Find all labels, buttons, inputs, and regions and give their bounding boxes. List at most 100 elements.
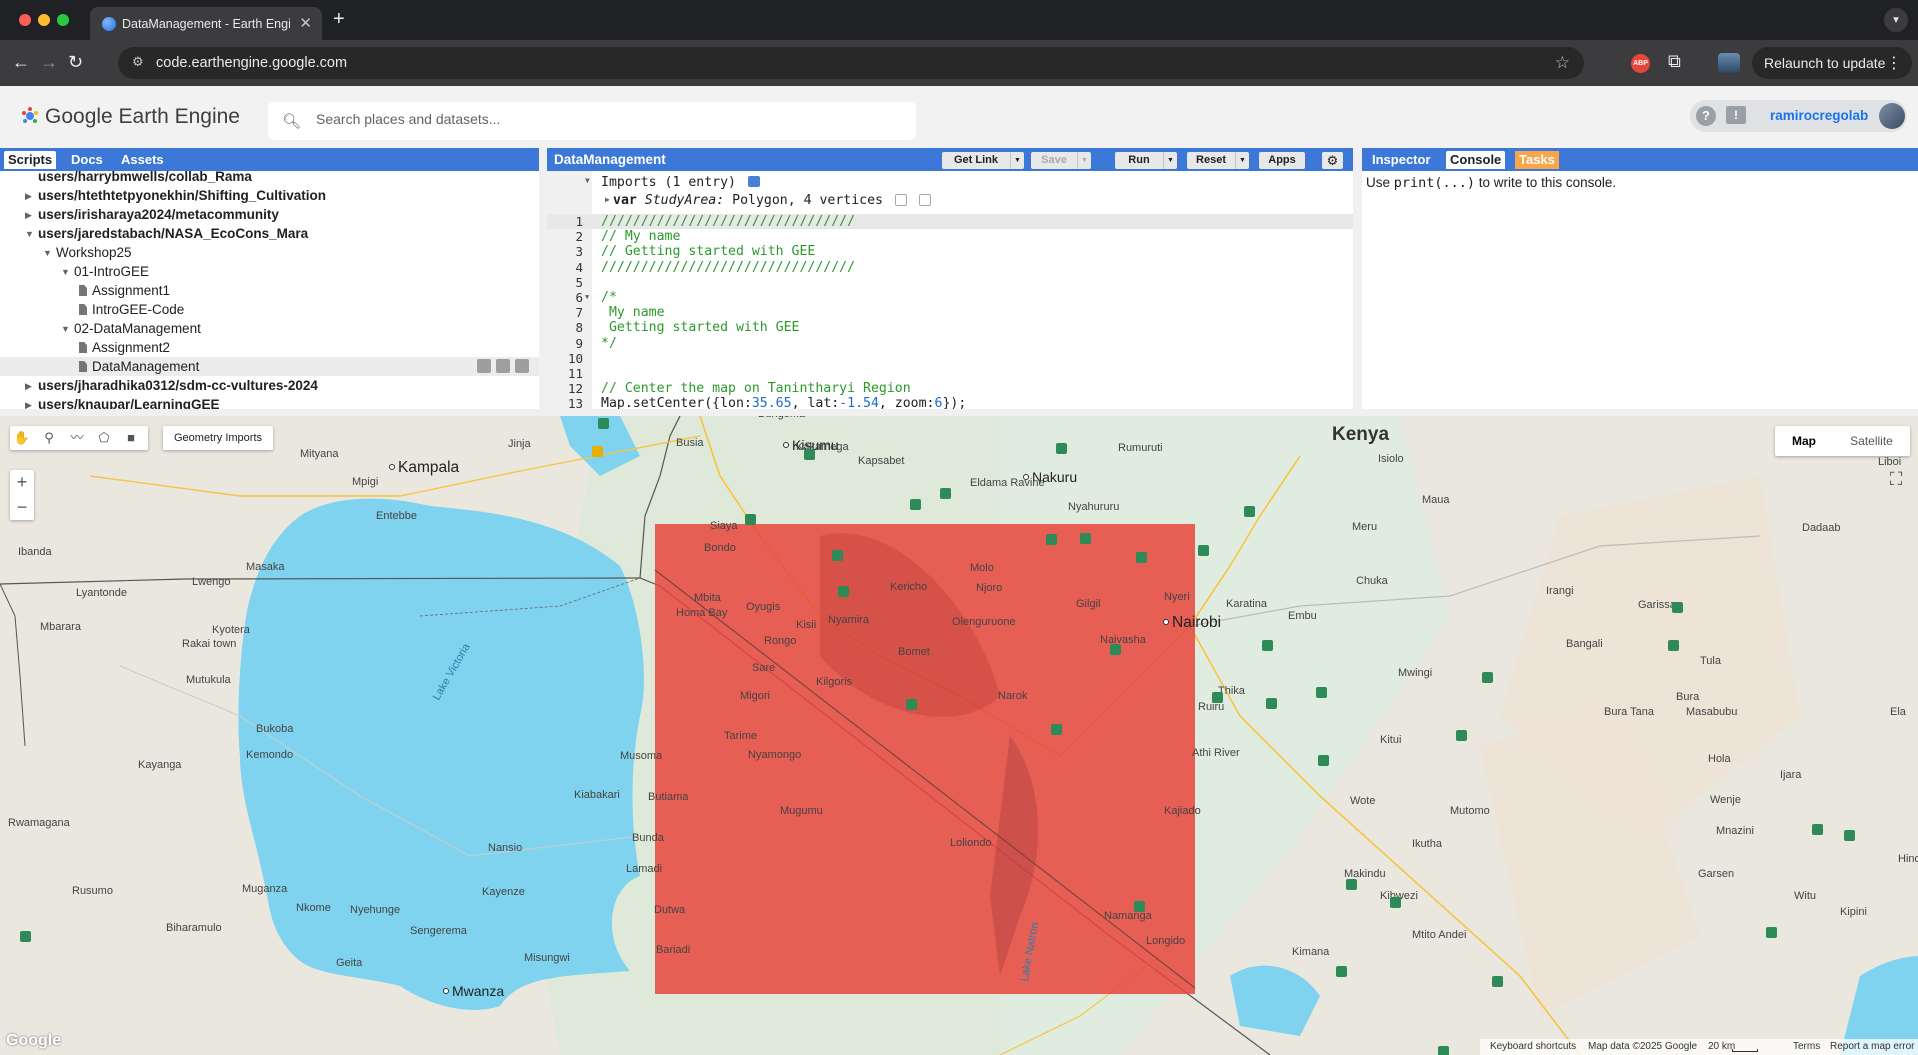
run-dropdown-icon[interactable]: ▼ [1163,152,1177,169]
script-folder-item[interactable]: ▼ 01-IntroGEE [0,262,539,281]
reload-icon[interactable]: ↻ [68,52,83,73]
feedback-icon[interactable]: ! [1726,106,1746,124]
map-type-satellite-button[interactable]: Satellite [1833,426,1910,456]
script-folder-item[interactable]: ▶ users/irisharaya2024/metacommunity [0,205,539,224]
settings-gear-icon[interactable]: ⚙ [1322,152,1343,169]
url-text[interactable]: code.earthengine.google.com [156,55,347,71]
tab-inspector[interactable]: Inspector [1368,151,1435,169]
script-folder-item[interactable]: ▼ users/jaredstabach/NASA_EcoCons_Mara [0,224,539,243]
geometry-imports-button[interactable]: Geometry Imports [163,426,273,450]
fullscreen-icon[interactable]: ⛶ [1883,466,1909,492]
tab-scripts[interactable]: Scripts [4,151,57,169]
reset-button[interactable]: Reset ▼ [1187,152,1249,169]
code-line[interactable]: 11 [547,366,1353,381]
scale-text[interactable]: 20 km [1708,1039,1735,1055]
tab-console[interactable]: Console [1446,151,1506,169]
help-icon[interactable]: ? [1696,106,1716,126]
code-line[interactable]: 9 */ [547,336,1353,351]
show-code-icon[interactable] [747,176,760,187]
pan-hand-icon[interactable]: ✋ [13,429,31,447]
script-file-item[interactable]: Assignment2 [0,338,539,357]
extensions-puzzle-icon[interactable]: ⧉ [1668,51,1681,72]
terms-link[interactable]: Terms [1793,1039,1820,1055]
save-dropdown-icon[interactable]: ▼ [1077,152,1091,169]
import-studyarea[interactable]: var StudyArea: Polygon, 4 vertices [613,193,931,208]
minimize-window-button[interactable] [38,14,50,26]
delete-import-icon[interactable] [918,194,931,206]
edit-geometry-icon[interactable] [894,194,907,206]
bookmark-star-icon[interactable]: ☆ [1555,53,1570,73]
draw-polygon-icon[interactable]: ⬠ [95,429,113,447]
script-file-item[interactable]: DataManagement [0,357,539,376]
back-arrow-icon[interactable]: ← [12,52,30,73]
code-line[interactable]: 10 [547,351,1353,366]
expand-arrow-icon[interactable]: ▶ [25,396,32,409]
more-vert-icon[interactable]: ⋮ [1886,53,1902,73]
search-input[interactable] [316,111,896,127]
delete-trash-icon[interactable] [515,359,529,373]
rename-pencil-icon[interactable] [496,359,510,373]
site-info-icon[interactable]: ⚙ [132,54,144,70]
maximize-window-button[interactable] [57,14,69,26]
code-editor[interactable]: ▼ Imports (1 entry) ▶ var StudyArea: Pol… [547,171,1353,409]
get-link-dropdown-icon[interactable]: ▼ [1010,152,1024,169]
script-folder-item[interactable]: ▶ users/knaupar/LearningGEE [0,395,539,409]
code-line[interactable]: 7 My name [547,305,1353,320]
address-bar[interactable]: ⚙ code.earthengine.google.com ☆ [118,47,1584,79]
code-line[interactable]: 13 Map.setCenter({lon:35.65, lat:-1.54, z… [547,396,1353,409]
script-folder-item[interactable]: ▼ Workshop25 [0,243,539,262]
expand-arrow-icon[interactable]: ▶ [25,206,32,225]
username-link[interactable]: ramirocregolab [1770,108,1868,123]
avatar[interactable] [1879,103,1905,129]
apps-button[interactable]: Apps [1259,152,1305,169]
zoom-out-button[interactable]: − [10,495,34,520]
profile-icon[interactable] [1718,53,1740,73]
close-window-button[interactable] [19,14,31,26]
code-line[interactable]: 3 // Getting started with GEE [547,244,1353,259]
code-line[interactable]: 2 // My name [547,229,1353,244]
collapse-arrow-icon[interactable]: ▼ [61,263,70,282]
expand-arrow-icon[interactable]: ▶ [25,377,32,396]
reset-dropdown-icon[interactable]: ▼ [1235,152,1249,169]
zoom-in-button[interactable]: + [10,470,34,495]
imports-collapse-icon[interactable]: ▼ [585,176,590,185]
forward-arrow-icon[interactable]: → [40,52,58,73]
save-button[interactable]: Save ▼ [1031,152,1091,169]
relaunch-to-update-button[interactable]: Relaunch to update ⋮ [1752,47,1912,79]
code-line[interactable]: 4 //////////////////////////////// [547,260,1353,275]
adblock-extension-icon[interactable]: ABP [1631,54,1650,73]
keyboard-shortcuts-link[interactable]: Keyboard shortcuts [1490,1039,1576,1055]
script-folder-item[interactable]: ▼ 02-DataManagement [0,319,539,338]
script-file-item[interactable]: Assignment1 [0,281,539,300]
history-icon[interactable] [477,359,491,373]
search-box[interactable]: 🔍︎ [268,102,916,140]
code-line[interactable]: 1 //////////////////////////////// [547,214,1353,229]
left-splitter[interactable] [539,148,547,409]
expand-arrow-icon[interactable]: ▶ [25,187,32,206]
tab-docs[interactable]: Docs [67,151,107,169]
code-line[interactable]: 6 ▼ /* [547,290,1353,305]
map-type-map-button[interactable]: Map [1775,426,1833,456]
browser-tab-active[interactable]: DataManagement - Earth Engine ✕ [90,7,322,40]
right-splitter[interactable] [1353,148,1362,409]
script-folder-item[interactable]: ▶ users/htethtetpyonekhin/Shifting_Cultiv… [0,186,539,205]
map-view[interactable]: KampalaNairobiKisumuNakuruMwanzaEldoretB… [0,416,1918,1055]
report-error-link[interactable]: Report a map error [1830,1039,1914,1055]
tab-assets[interactable]: Assets [117,151,168,169]
draw-point-icon[interactable]: ⚲ [40,429,58,447]
run-button[interactable]: Run ▼ [1115,152,1177,169]
tab-search-chevron-down-icon[interactable]: ▾ [1884,8,1908,32]
script-folder-item[interactable]: users/harrybmwells/collab_Rama [0,171,539,186]
get-link-button[interactable]: Get Link ▼ [942,152,1024,169]
var-expand-icon[interactable]: ▶ [605,195,610,204]
collapse-arrow-icon[interactable]: ▼ [61,320,70,339]
code-line[interactable]: 8 Getting started with GEE [547,320,1353,335]
fold-arrow-icon[interactable]: ▼ [585,290,589,305]
imports-header[interactable]: Imports (1 entry) [601,175,760,190]
close-tab-icon[interactable]: ✕ [299,14,312,32]
map-splitter[interactable] [0,409,1918,416]
code-line[interactable]: 5 [547,275,1353,290]
script-file-item[interactable]: IntroGEE-Code [0,300,539,319]
draw-rectangle-icon[interactable]: ■ [122,429,140,447]
code-line[interactable]: 12 // Center the map on Tanintharyi Regio… [547,381,1353,396]
